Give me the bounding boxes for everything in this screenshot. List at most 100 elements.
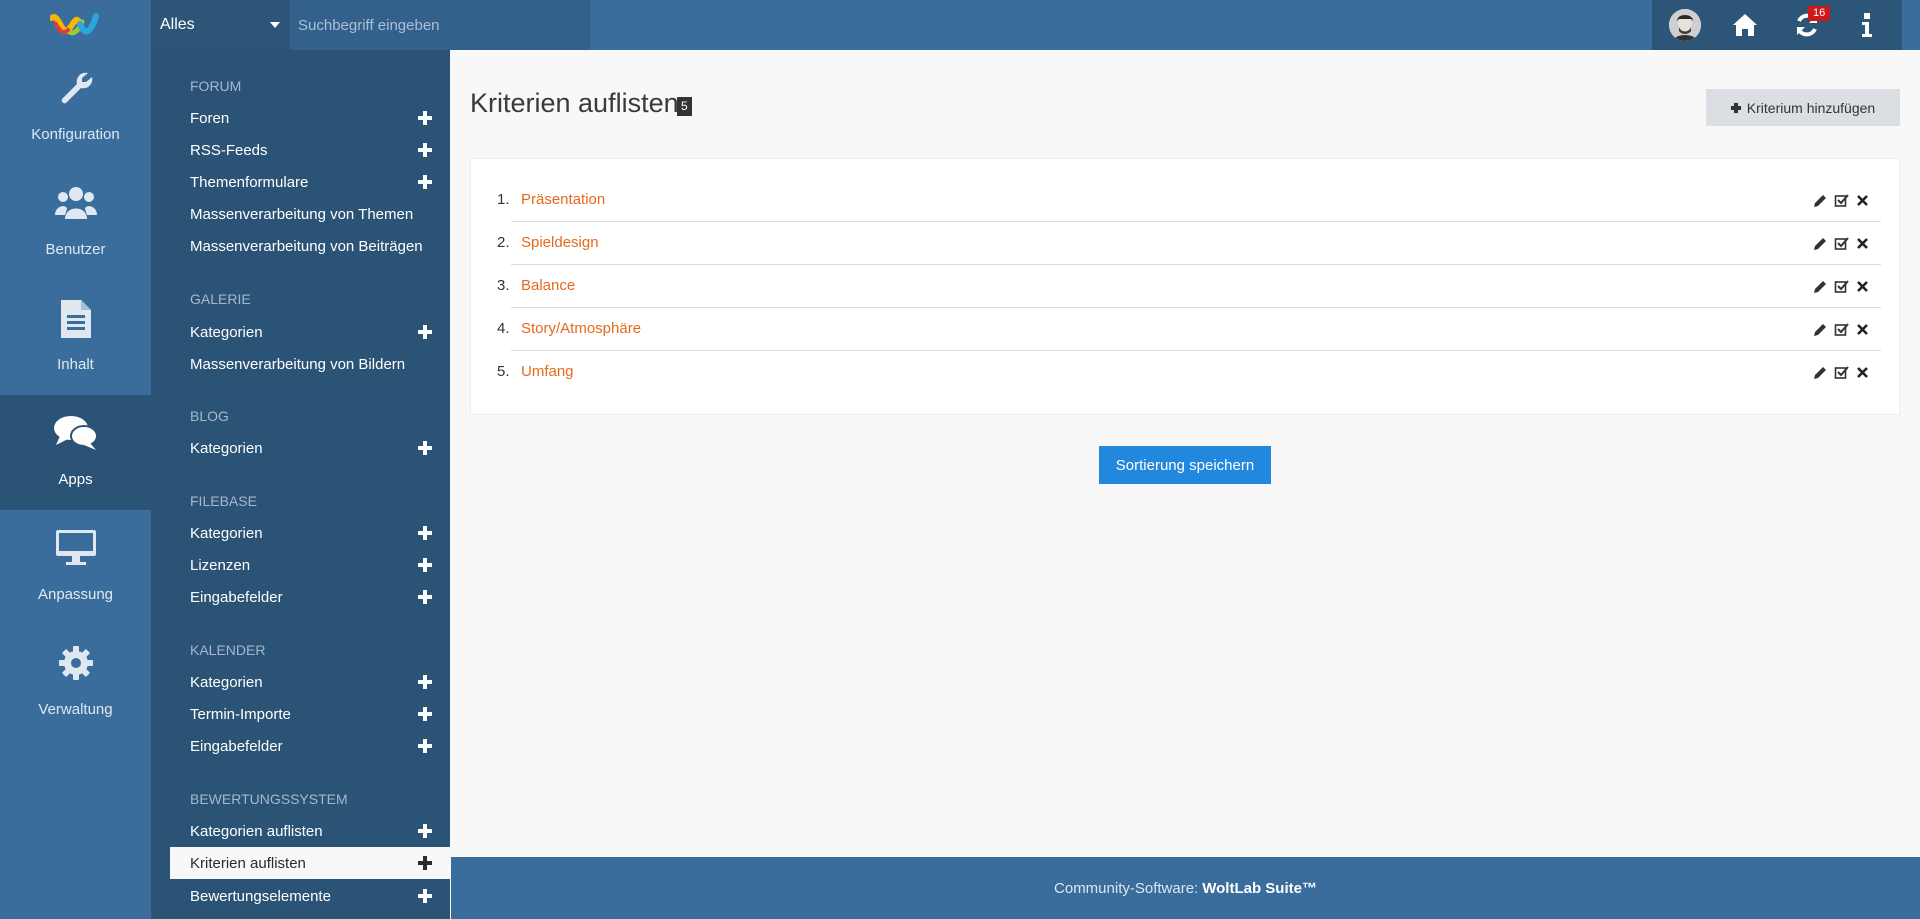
delete-icon[interactable] bbox=[1855, 322, 1870, 337]
delete-icon[interactable] bbox=[1855, 236, 1870, 251]
list-item[interactable]: 3. Balance bbox=[497, 265, 1881, 308]
menu-item-blog-kategorien[interactable]: Kategorien bbox=[170, 432, 450, 464]
plus-icon[interactable] bbox=[418, 739, 432, 753]
toggle-checkbox-icon[interactable] bbox=[1834, 279, 1849, 294]
rail-item-konfiguration[interactable]: Konfiguration bbox=[0, 50, 151, 165]
menu-item-lizenzen[interactable]: Lizenzen bbox=[170, 549, 450, 581]
list-item-number: 3. bbox=[497, 277, 510, 294]
rail-item-apps[interactable]: Apps bbox=[0, 395, 151, 510]
search-scope-select[interactable]: Alles bbox=[151, 0, 290, 50]
list-item-link[interactable]: Spieldesign bbox=[521, 234, 599, 251]
list-item[interactable]: 4. Story/Atmosphäre bbox=[497, 308, 1881, 351]
menu-item-filebase-eingabefelder[interactable]: Eingabefelder bbox=[170, 581, 450, 613]
edit-icon[interactable] bbox=[1813, 193, 1828, 208]
list-item-number: 2. bbox=[497, 234, 510, 251]
menu-item-bewertungselemente[interactable]: Bewertungselemente bbox=[170, 880, 450, 912]
menu-item-foren[interactable]: Foren bbox=[170, 102, 450, 134]
edit-icon[interactable] bbox=[1813, 365, 1828, 380]
menu-heading-bewertungssystem: Bewertungssystem bbox=[190, 791, 348, 807]
info-icon bbox=[1862, 13, 1872, 37]
menu-item-label: Massenverarbeitung von Beiträgen bbox=[190, 237, 423, 255]
menu-item-label: Termin-Importe bbox=[190, 705, 291, 723]
list-item[interactable]: 5. Umfang bbox=[497, 351, 1881, 394]
menu-item-kalender-eingabefelder[interactable]: Eingabefelder bbox=[170, 730, 450, 762]
menu-item-filebase-kategorien[interactable]: Kategorien bbox=[170, 517, 450, 549]
search-input[interactable] bbox=[290, 0, 590, 50]
list-item-link[interactable]: Story/Atmosphäre bbox=[521, 320, 641, 337]
toggle-checkbox-icon[interactable] bbox=[1834, 365, 1849, 380]
rail-item-benutzer[interactable]: Benutzer bbox=[0, 165, 151, 280]
info-button[interactable] bbox=[1842, 0, 1892, 50]
menu-item-galerie-kategorien[interactable]: Kategorien bbox=[170, 316, 450, 348]
list-item[interactable]: 2. Spieldesign bbox=[497, 222, 1881, 265]
home-icon bbox=[1733, 14, 1757, 36]
menu-item-label: Kategorien bbox=[190, 673, 263, 691]
plus-icon[interactable] bbox=[418, 675, 432, 689]
menu-item-massenverarbeitung-beitraege[interactable]: Massenverarbeitung von Beiträgen bbox=[170, 230, 450, 262]
count-badge: 5 bbox=[677, 97, 692, 116]
toggle-checkbox-icon[interactable] bbox=[1834, 193, 1849, 208]
rail-item-label: Benutzer bbox=[45, 241, 106, 258]
list-item-link[interactable]: Umfang bbox=[521, 363, 574, 380]
delete-icon[interactable] bbox=[1855, 279, 1870, 294]
delete-icon[interactable] bbox=[1855, 365, 1870, 380]
logo[interactable] bbox=[0, 0, 151, 50]
plus-icon[interactable] bbox=[418, 143, 432, 157]
rail-item-inhalt[interactable]: Inhalt bbox=[0, 280, 151, 395]
plus-icon[interactable] bbox=[418, 824, 432, 838]
list-item-link[interactable]: Präsentation bbox=[521, 191, 605, 208]
updates-button[interactable]: 16 bbox=[1782, 0, 1832, 50]
menu-item-termin-importe[interactable]: Termin-Importe bbox=[170, 698, 450, 730]
plus-icon[interactable] bbox=[418, 325, 432, 339]
edit-icon[interactable] bbox=[1813, 322, 1828, 337]
edit-icon[interactable] bbox=[1813, 236, 1828, 251]
menu-item-label: Kategorien bbox=[190, 323, 263, 341]
save-sorting-button[interactable]: Sortierung speichern bbox=[1099, 446, 1271, 484]
menu-item-kalender-kategorien[interactable]: Kategorien bbox=[170, 666, 450, 698]
rail-item-verwaltung[interactable]: Verwaltung bbox=[0, 625, 151, 740]
list-item[interactable]: 1. Präsentation bbox=[497, 179, 1881, 222]
document-icon bbox=[0, 300, 151, 340]
home-button[interactable] bbox=[1720, 0, 1770, 50]
edit-icon[interactable] bbox=[1813, 279, 1828, 294]
rail-item-anpassung[interactable]: Anpassung bbox=[0, 510, 151, 625]
avatar bbox=[1669, 9, 1701, 41]
sidebar-menu: Forum Foren RSS-Feeds Themenformulare Ma… bbox=[151, 50, 450, 919]
menu-item-kriterien-auflisten[interactable]: Kriterien auflisten bbox=[170, 847, 450, 879]
menu-item-label: Lizenzen bbox=[190, 556, 251, 574]
rail-item-label: Apps bbox=[58, 471, 93, 488]
plus-icon[interactable] bbox=[418, 558, 432, 572]
menu-item-label: Massenverarbeitung von Bildern bbox=[190, 355, 406, 373]
toggle-checkbox-icon[interactable] bbox=[1834, 322, 1849, 337]
plus-icon[interactable] bbox=[418, 889, 432, 903]
main-nav-rail: Konfiguration Benutzer Inhalt Apps Anpas… bbox=[0, 50, 151, 919]
users-icon bbox=[0, 185, 151, 225]
toggle-checkbox-icon[interactable] bbox=[1834, 236, 1849, 251]
menu-item-label: Kategorien auflisten bbox=[190, 822, 323, 840]
list-item-number: 4. bbox=[497, 320, 510, 337]
add-criterion-button[interactable]: Kriterium hinzufügen bbox=[1706, 89, 1900, 126]
menu-item-label: Massenverarbeitung von Themen bbox=[190, 205, 414, 223]
footer-brand-link[interactable]: WoltLab Suite™ bbox=[1202, 880, 1317, 897]
user-portrait-icon bbox=[1669, 9, 1701, 41]
plus-icon[interactable] bbox=[418, 175, 432, 189]
menu-heading-forum: Forum bbox=[190, 78, 242, 94]
plus-icon[interactable] bbox=[418, 111, 432, 125]
plus-icon[interactable] bbox=[418, 441, 432, 455]
top-icon-bar: 16 bbox=[1652, 0, 1902, 50]
list-item-link[interactable]: Balance bbox=[521, 277, 575, 294]
plus-icon[interactable] bbox=[418, 590, 432, 604]
plus-icon[interactable] bbox=[418, 526, 432, 540]
plus-icon[interactable] bbox=[418, 856, 432, 870]
footer: Community-Software: WoltLab Suite™ bbox=[451, 857, 1920, 919]
user-avatar-button[interactable] bbox=[1660, 0, 1710, 50]
menu-item-massenverarbeitung-bilder[interactable]: Massenverarbeitung von Bildern bbox=[170, 348, 450, 380]
menu-item-themenformulare[interactable]: Themenformulare bbox=[170, 166, 450, 198]
plus-icon[interactable] bbox=[418, 707, 432, 721]
menu-item-kategorien-auflisten[interactable]: Kategorien auflisten bbox=[170, 815, 450, 847]
chevron-down-icon bbox=[270, 22, 280, 28]
menu-item-rss-feeds[interactable]: RSS-Feeds bbox=[170, 134, 450, 166]
delete-icon[interactable] bbox=[1855, 193, 1870, 208]
gear-icon bbox=[0, 645, 151, 685]
menu-item-massenverarbeitung-themen[interactable]: Massenverarbeitung von Themen bbox=[170, 198, 450, 230]
